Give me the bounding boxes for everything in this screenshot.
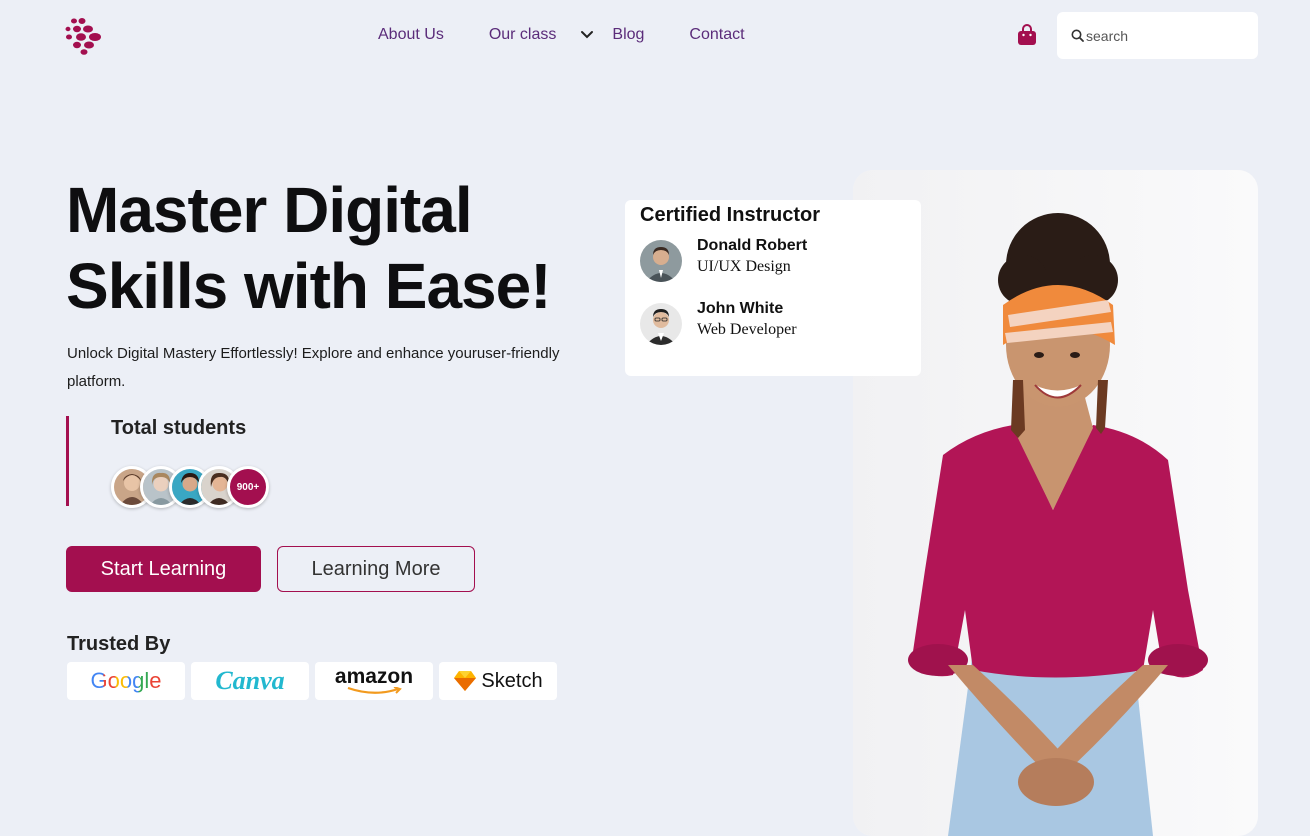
total-students-block: Total students 900+ (66, 416, 326, 508)
logo-icon[interactable] (64, 16, 110, 56)
start-learning-button[interactable]: Start Learning (66, 546, 261, 592)
total-students-title: Total students (111, 417, 247, 439)
search-box[interactable] (1057, 12, 1258, 59)
instructor-name: John White (697, 300, 784, 317)
search-icon (1071, 29, 1084, 42)
hero-title-line-1: Master Digital (66, 174, 473, 246)
student-count-badge: 900+ (227, 466, 269, 508)
hero-subtitle: Unlock Digital Mastery Effortlessly! Exp… (67, 345, 560, 390)
nav-contact[interactable]: Contact (689, 26, 744, 44)
nav-about-us[interactable]: About Us (378, 26, 444, 44)
instructor-item[interactable]: John White Web Developer (640, 300, 906, 345)
amazon-logo: amazon (315, 662, 433, 700)
certified-instructor-card: Certified Instructor Donald Robert UI/UX… (625, 200, 921, 376)
trusted-by-title: Trusted By (67, 633, 171, 655)
instructor-avatar (640, 303, 682, 345)
canva-logo-text: Canva (215, 666, 285, 695)
learning-more-button[interactable]: Learning More (277, 546, 475, 592)
sketch-logo-text: Sketch (481, 669, 543, 692)
nav-blog[interactable]: Blog (612, 26, 644, 44)
sketch-logo: Sketch (439, 662, 557, 700)
instructor-name: Donald Robert (697, 237, 808, 254)
hero-title-line-2: Skills with Ease! (66, 250, 552, 322)
student-avatars: 900+ (111, 466, 326, 508)
instructor-role: UI/UX Design (697, 258, 791, 275)
hero-title: Master Digital Skills with Ease! (66, 172, 626, 324)
google-logo: Google (67, 662, 185, 700)
main-nav: About Us Our class Blog Contact (378, 26, 745, 44)
instructor-role: Web Developer (697, 321, 797, 338)
search-input[interactable] (1086, 27, 1246, 44)
instructor-avatar (640, 240, 682, 282)
canva-logo: Canva (191, 662, 309, 700)
shopping-bag-icon[interactable] (1017, 24, 1037, 46)
google-logo-text: Google (90, 668, 162, 693)
trusted-brands: Google Canva amazon Sketch (67, 662, 563, 700)
nav-our-class-label[interactable]: Our class (489, 26, 557, 44)
amazon-logo-text: amazon (334, 665, 414, 688)
instructor-item[interactable]: Donald Robert UI/UX Design (640, 237, 906, 282)
instructor-card-title: Certified Instructor (640, 204, 821, 226)
sketch-diamond-icon (454, 671, 477, 691)
nav-our-class[interactable]: Our class (489, 26, 595, 44)
amazon-smile-icon (347, 687, 402, 694)
chevron-down-icon[interactable] (580, 30, 594, 40)
